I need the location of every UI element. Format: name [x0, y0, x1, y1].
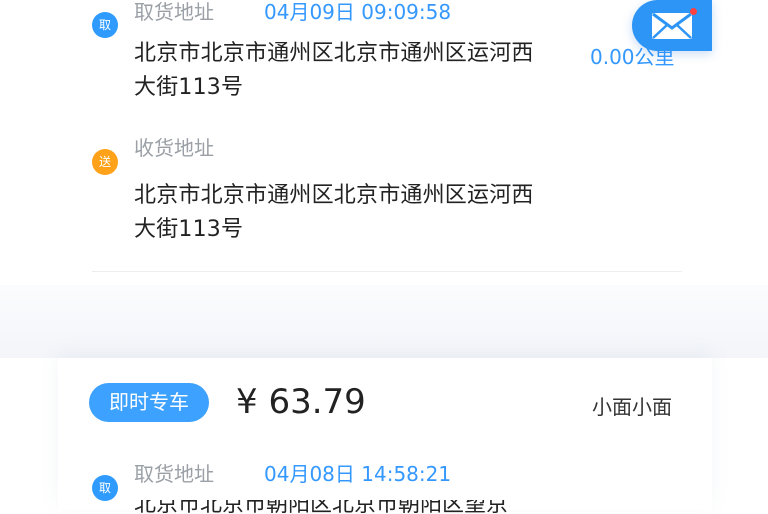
card-divider: [92, 271, 682, 272]
delivery-address: 北京市北京市通州区北京市通州区运河西大街113号: [134, 183, 534, 242]
pickup-badge: 取: [92, 12, 118, 38]
notification-dot: [690, 8, 697, 15]
pickup-time-2: 04月08日 14:58:21: [264, 462, 452, 486]
pickup-address: 北京市北京市通州区北京市通州区运河西大街113号: [134, 41, 534, 100]
message-button[interactable]: [632, 0, 712, 51]
envelope-icon: [652, 12, 692, 39]
pickup-address-2: 北京市北京市朝阳区北京市朝阳区望京: [134, 500, 664, 514]
pickup-address-2-text: 北京市北京市朝阳区北京市朝阳区望京: [134, 500, 509, 514]
delivery-address-label: 收货地址: [134, 136, 214, 160]
vehicle-type: 小面小面: [592, 395, 672, 419]
order-type-badge: 即时专车: [89, 383, 209, 422]
order-card-2[interactable]: [58, 358, 712, 510]
pickup-address-label-2: 取货地址: [134, 462, 214, 486]
delivery-badge: 送: [92, 149, 118, 175]
pickup-address-label: 取货地址: [134, 0, 214, 24]
card-gap: [0, 285, 768, 358]
order-price: ¥ 63.79: [236, 382, 366, 422]
pickup-badge-2: 取: [92, 475, 118, 501]
pickup-time: 04月09日 09:09:58: [264, 0, 452, 24]
